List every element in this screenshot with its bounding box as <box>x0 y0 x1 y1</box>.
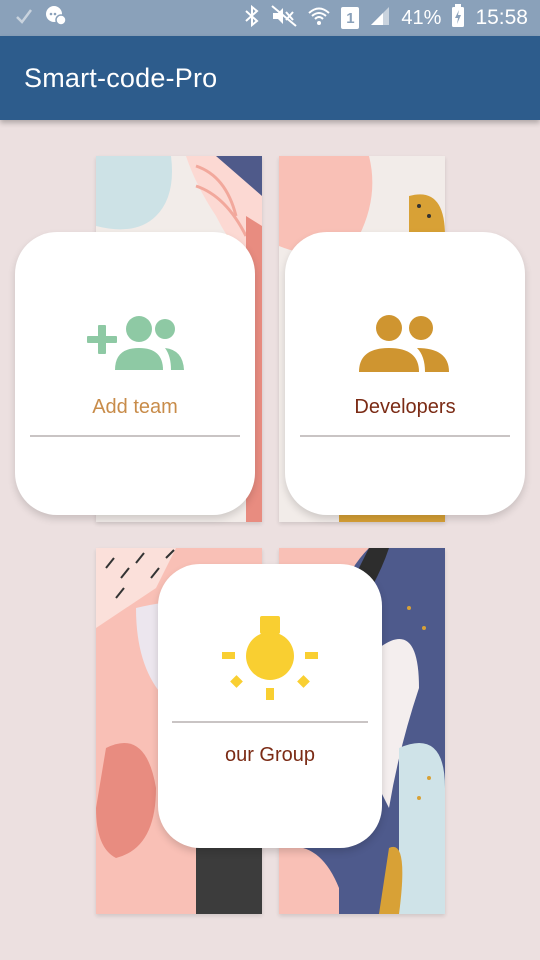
developers-divider <box>300 435 510 437</box>
status-time: 15:58 <box>475 6 528 29</box>
mute-icon <box>271 4 298 32</box>
battery-charging-icon <box>451 3 465 33</box>
developers-label: Developers <box>354 396 456 418</box>
add-team-divider <box>30 435 240 437</box>
bluetooth-icon <box>243 4 261 33</box>
group-icon <box>285 314 525 372</box>
add-group-icon <box>15 314 255 370</box>
status-bar: 1 41% 15:58 <box>0 0 540 36</box>
our-group-divider <box>172 721 368 723</box>
developers-card[interactable]: Developers <box>285 232 525 515</box>
chat-bubble-icon <box>44 4 68 33</box>
wifi-icon <box>307 4 331 33</box>
sim-icon: 1 <box>341 7 360 29</box>
battery-percent: 41% <box>401 6 442 29</box>
lightbulb-icon <box>158 616 382 704</box>
signal-icon <box>369 5 391 32</box>
add-team-card[interactable]: Add team <box>15 232 255 515</box>
app-bar: Smart-code-Pro <box>0 36 540 120</box>
check-icon <box>14 6 34 31</box>
our-group-card[interactable]: our Group <box>158 564 382 848</box>
app-title: Smart-code-Pro <box>24 62 218 93</box>
sim-slot-label: 1 <box>346 9 355 27</box>
our-group-label: our Group <box>224 744 316 766</box>
add-team-label: Add team <box>92 396 178 418</box>
